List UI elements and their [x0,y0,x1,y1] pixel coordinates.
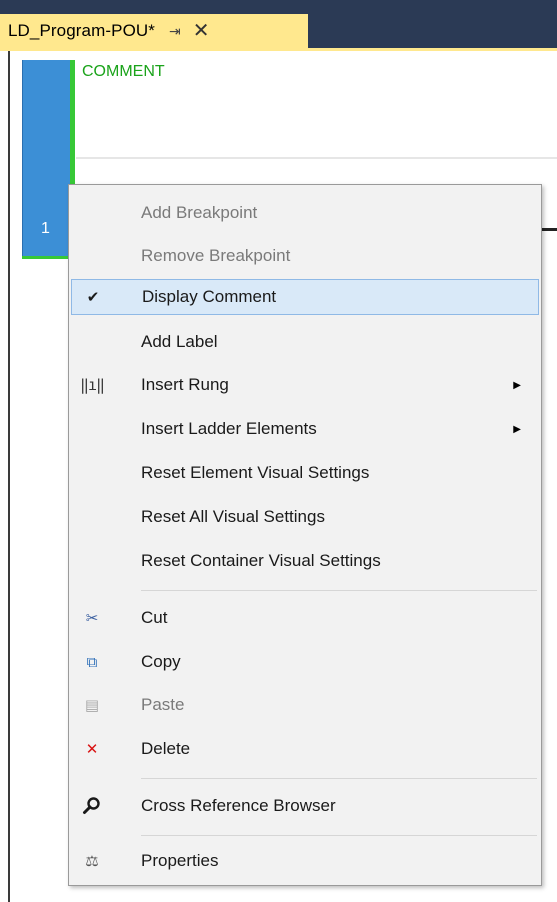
menu-item-label: Remove Breakpoint [141,246,291,265]
submenu-arrow-icon: ▶ [513,423,521,435]
menu-item-label: Paste [141,695,185,714]
rung-comment[interactable]: COMMENT [82,63,165,81]
menu-item-label: Copy [141,652,181,671]
menu-separator [141,590,537,591]
rung-number: 1 [41,220,50,237]
menu-item-label: Cross Reference Browser [141,796,336,815]
document-tab[interactable]: LD_Program-POU* ⇥ ✕ [0,14,308,48]
editor-left-rail [8,51,10,902]
menu-item-cut[interactable]: ✂ Cut [71,600,539,636]
menu-item-add-breakpoint[interactable]: Add Breakpoint [71,195,539,231]
search-icon [77,791,107,821]
rung-icon: ‖ı‖ [79,376,105,394]
context-menu: Add Breakpoint Remove Breakpoint ✔ Displ… [68,184,542,886]
menu-separator [141,835,537,836]
menu-item-paste[interactable]: ▤ Paste [71,687,539,723]
menu-separator [141,778,537,779]
submenu-arrow-icon: ▶ [513,379,521,391]
delete-icon: ✕ [85,741,99,758]
comment-separator [76,157,557,159]
menu-item-label: Insert Ladder Elements [141,419,317,438]
menu-item-label: Reset Container Visual Settings [141,551,381,570]
rung-marker[interactable]: 1 [22,60,70,258]
copy-icon: ⧉ [86,653,98,671]
pin-icon[interactable]: ⇥ [169,23,181,40]
properties-icon: ⚖ [85,853,99,870]
menu-item-insert-rung[interactable]: ‖ı‖ Insert Rung ▶ [71,367,539,403]
check-icon: ✔ [86,289,100,306]
menu-item-label: Add Label [141,332,218,351]
menu-item-label: Display Comment [142,287,277,306]
tab-title: LD_Program-POU* [8,21,155,40]
rung-marker-accent [22,256,72,259]
menu-item-reset-container-visual-settings[interactable]: Reset Container Visual Settings [71,543,539,579]
menu-item-label: Properties [141,851,219,870]
close-icon[interactable]: ✕ [193,21,210,41]
menu-item-insert-ladder-elements[interactable]: Insert Ladder Elements ▶ [71,411,539,447]
menu-item-display-comment[interactable]: ✔ Display Comment [71,279,539,315]
menu-item-reset-element-visual-settings[interactable]: Reset Element Visual Settings [71,455,539,491]
menu-item-label: Delete [141,739,191,758]
scissors-icon: ✂ [85,610,99,627]
menu-item-delete[interactable]: ✕ Delete [71,731,539,767]
menu-item-label: Reset All Visual Settings [141,507,325,526]
menu-item-remove-breakpoint[interactable]: Remove Breakpoint [71,238,539,274]
menu-item-label: Cut [141,608,168,627]
menu-item-copy[interactable]: ⧉ Copy [71,644,539,680]
menu-item-label: Reset Element Visual Settings [141,463,370,482]
menu-item-properties[interactable]: ⚖ Properties [71,843,539,879]
menu-item-reset-all-visual-settings[interactable]: Reset All Visual Settings [71,499,539,535]
paste-icon: ▤ [84,697,100,714]
menu-item-cross-reference-browser[interactable]: Cross Reference Browser [71,788,539,824]
menu-item-add-label[interactable]: Add Label [71,324,539,360]
menu-item-label: Insert Rung [141,375,229,394]
menu-item-label: Add Breakpoint [141,203,258,222]
